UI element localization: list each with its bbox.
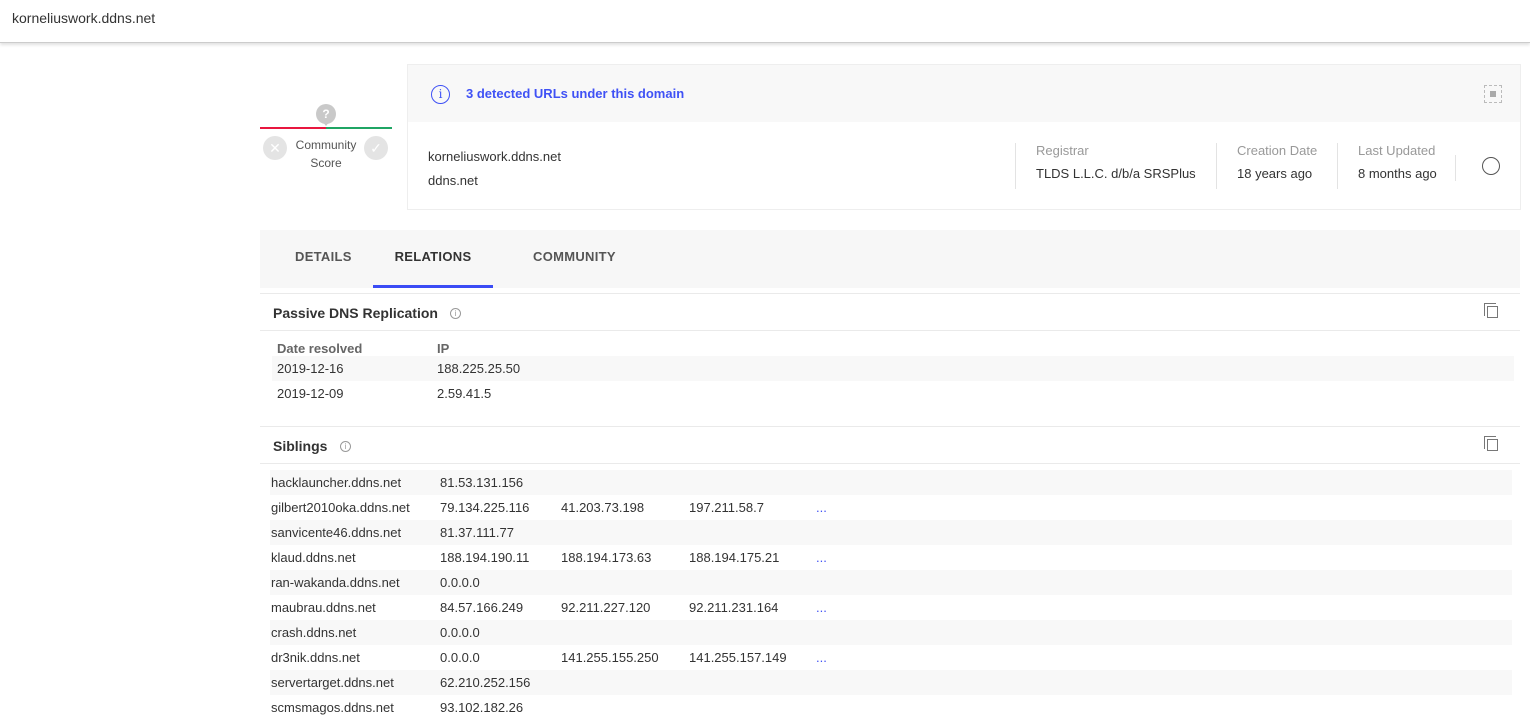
sibling-row: maubrau.ddns.net 84.57.166.249 92.211.227.… — [270, 595, 1512, 620]
sibling-domain-link[interactable]: klaud.ddns.net — [271, 550, 356, 565]
parent-domain[interactable]: ddns.net — [428, 173, 478, 188]
ip-link[interactable]: 2.59.41.5 — [437, 386, 491, 401]
sibling-row: ran-wakanda.ddns.net 0.0.0.0 — [270, 570, 1512, 595]
header-date: Date resolved — [277, 341, 363, 356]
sibling-row: dr3nik.ddns.net 0.0.0.0 141.255.155.250 141… — [270, 645, 1512, 670]
ip-link[interactable]: 141.255.157.149 — [689, 650, 787, 665]
sibling-row: scmsmagos.ddns.net 93.102.182.26 — [270, 695, 1512, 720]
ip-link[interactable]: 188.194.175.21 — [689, 550, 779, 565]
sibling-row: gilbert2010oka.ddns.net 79.134.225.116 41.… — [270, 495, 1512, 520]
sibling-domain-link[interactable]: crash.ddns.net — [271, 625, 356, 640]
upvote-icon[interactable]: ✓ — [364, 136, 388, 160]
tab-details[interactable]: DETAILS — [295, 230, 352, 288]
tab-bar: DETAILS RELATIONS COMMUNITY — [260, 230, 1520, 288]
page-url: korneliuswork.ddns.net — [12, 10, 156, 26]
table-row: 2019-12-16 188.225.25.50 — [272, 356, 1514, 381]
downvote-icon[interactable]: ✕ — [263, 136, 287, 160]
sibling-row: sanvicente46.ddns.net 81.37.111.77 — [270, 520, 1512, 545]
sibling-domain-link[interactable]: servertarget.ddns.net — [271, 675, 394, 690]
ip-link[interactable]: 188.225.25.50 — [437, 361, 520, 376]
sibling-domain-link[interactable]: gilbert2010oka.ddns.net — [271, 500, 410, 515]
ip-link[interactable]: 84.57.166.249 — [440, 600, 523, 615]
sibling-domain-link[interactable]: dr3nik.ddns.net — [271, 650, 360, 665]
date: 2019-12-16 — [277, 361, 344, 376]
domain-name: korneliuswork.ddns.net — [428, 149, 561, 164]
sibling-domain-link[interactable]: sanvicente46.ddns.net — [271, 525, 401, 540]
last-updated: Last Updated 8 months ago — [1337, 143, 1457, 189]
more-ips-link[interactable]: ... — [816, 500, 827, 515]
label-line1: Community — [295, 138, 357, 152]
last-updated-label: Last Updated — [1358, 143, 1436, 158]
divider — [1455, 155, 1456, 181]
ip-link[interactable]: 41.203.73.198 — [561, 500, 644, 515]
passive-dns-section: Passive DNS Replication i Date resolved IP… — [260, 293, 1520, 427]
header-ip: IP — [437, 341, 450, 356]
section-title: Siblings — [273, 438, 328, 454]
creation-date: Creation Date 18 years ago — [1216, 143, 1337, 189]
harmless-bar — [326, 127, 392, 129]
ip-link[interactable]: 188.194.190.11 — [440, 550, 529, 565]
copy-icon[interactable] — [1484, 303, 1498, 318]
table-row: 2019-12-09 2.59.41.5 — [272, 381, 1514, 406]
ip-link[interactable]: 81.37.111.77 — [440, 525, 514, 540]
graph-icon[interactable] — [1484, 85, 1502, 103]
registrar-value: TLDS L.L.C. d/b/a SRSPlus — [1036, 166, 1196, 181]
sibling-row: crash.ddns.net 0.0.0.0 — [270, 620, 1512, 645]
ip-link[interactable]: 188.194.173.63 — [561, 550, 651, 565]
sibling-domain-link[interactable]: maubrau.ddns.net — [271, 600, 376, 615]
whois-icon[interactable] — [1482, 157, 1500, 175]
more-ips-link[interactable]: ... — [816, 600, 827, 615]
registrar-label: Registrar — [1036, 143, 1089, 158]
copy-icon[interactable] — [1484, 436, 1498, 451]
tab-relations[interactable]: RELATIONS — [373, 230, 493, 288]
ip-link[interactable]: 92.211.231.164 — [689, 600, 778, 615]
ip-link[interactable]: 62.210.252.156 — [440, 675, 530, 690]
ip-link[interactable]: 79.134.225.116 — [440, 500, 529, 515]
malicious-bar — [260, 127, 326, 129]
community-score-label: Community Score — [288, 136, 364, 172]
ip-link[interactable]: 0.0.0.0 — [440, 650, 480, 665]
ip-link[interactable]: 81.53.131.156 — [440, 475, 523, 490]
sibling-row: klaud.ddns.net 188.194.190.11 188.194.173.… — [270, 545, 1512, 570]
sibling-domain-link[interactable]: scmsmagos.ddns.net — [271, 700, 394, 715]
sibling-row: hacklauncher.ddns.net 81.53.131.156 — [270, 470, 1512, 495]
label-line2: Score — [310, 156, 342, 170]
detected-urls-link[interactable]: 3 detected URLs under this domain — [466, 86, 684, 101]
sibling-domain-link[interactable]: ran-wakanda.ddns.net — [271, 575, 400, 590]
registrar: Registrar TLDS L.L.C. d/b/a SRSPlus — [1015, 143, 1216, 189]
info-icon[interactable]: i — [340, 441, 351, 452]
creation-date-label: Creation Date — [1237, 143, 1318, 158]
question-icon: ? — [316, 104, 336, 126]
ip-link[interactable]: 197.211.58.7 — [689, 500, 764, 515]
tab-community[interactable]: COMMUNITY — [533, 230, 616, 288]
sibling-domain-link[interactable]: hacklauncher.ddns.net — [271, 475, 401, 490]
sibling-row: servertarget.ddns.net 62.210.252.156 — [270, 670, 1512, 695]
card-header: i 3 detected URLs under this domain — [408, 65, 1520, 122]
info-icon: i — [431, 85, 450, 104]
date: 2019-12-09 — [277, 386, 344, 401]
more-ips-link[interactable]: ... — [816, 650, 827, 665]
last-updated-value: 8 months ago — [1358, 166, 1437, 181]
address-bar: korneliuswork.ddns.net — [0, 0, 1530, 43]
section-title: Passive DNS Replication — [273, 305, 438, 321]
ip-link[interactable]: 93.102.182.26 — [440, 700, 523, 715]
siblings-section: Siblings i hacklauncher.ddns.net 81.53.131… — [260, 426, 1520, 723]
more-ips-link[interactable]: ... — [816, 550, 827, 565]
ip-link[interactable]: 141.255.155.250 — [561, 650, 659, 665]
domain-card: i 3 detected URLs under this domain korn… — [407, 64, 1521, 210]
info-icon[interactable]: i — [450, 308, 461, 319]
ip-link[interactable]: 92.211.227.120 — [561, 600, 650, 615]
ip-link[interactable]: 0.0.0.0 — [440, 575, 480, 590]
creation-date-value: 18 years ago — [1237, 166, 1313, 181]
ip-link[interactable]: 0.0.0.0 — [440, 625, 480, 640]
community-score: ? ✕ Community Score ✓ — [260, 100, 392, 180]
